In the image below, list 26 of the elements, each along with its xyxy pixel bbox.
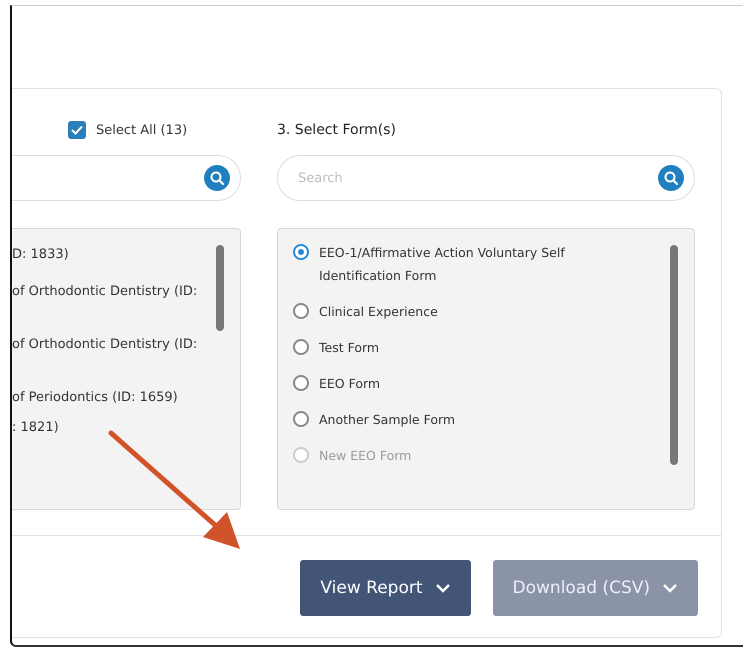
list-item[interactable]: of Periodontics (ID: 1659) [12,390,240,405]
list-item[interactable]: D: 1833) [12,247,240,262]
radio-option[interactable]: Test Form [293,336,633,359]
list-item[interactable]: of Orthodontic Dentistry (ID: [12,337,240,352]
radio-option[interactable]: EEO Form [293,372,633,395]
dropdown-button[interactable]: View Report [300,560,471,616]
select-all-checkbox[interactable]: Select All (13) [68,119,241,141]
chevron-down-icon [662,583,678,593]
search-button[interactable] [658,165,684,191]
scrollbar[interactable] [216,245,224,331]
chevron-down-icon [434,583,451,593]
search-field[interactable] [12,155,241,201]
list-item[interactable]: of Orthodontic Dentistry (ID: [12,284,240,299]
select-all-label: Select All (13) [96,122,188,138]
search-field[interactable]: Search [277,155,695,201]
search-button[interactable] [204,165,230,191]
search-icon [209,170,225,186]
search-input[interactable]: Search [296,170,600,186]
section-title: 3. Select Form(s) [277,121,397,140]
checkbox[interactable] [68,121,86,139]
radio-option[interactable]: Clinical Experience [293,300,633,323]
list-item[interactable]: : 1821) [12,420,240,435]
radio-option[interactable]: Another Sample Form [293,408,633,431]
scrollbar[interactable] [670,245,678,465]
radio-option[interactable]: EEO-1/Affirmative Action Voluntary Self Identification Form [293,241,633,287]
search-icon [663,170,679,186]
